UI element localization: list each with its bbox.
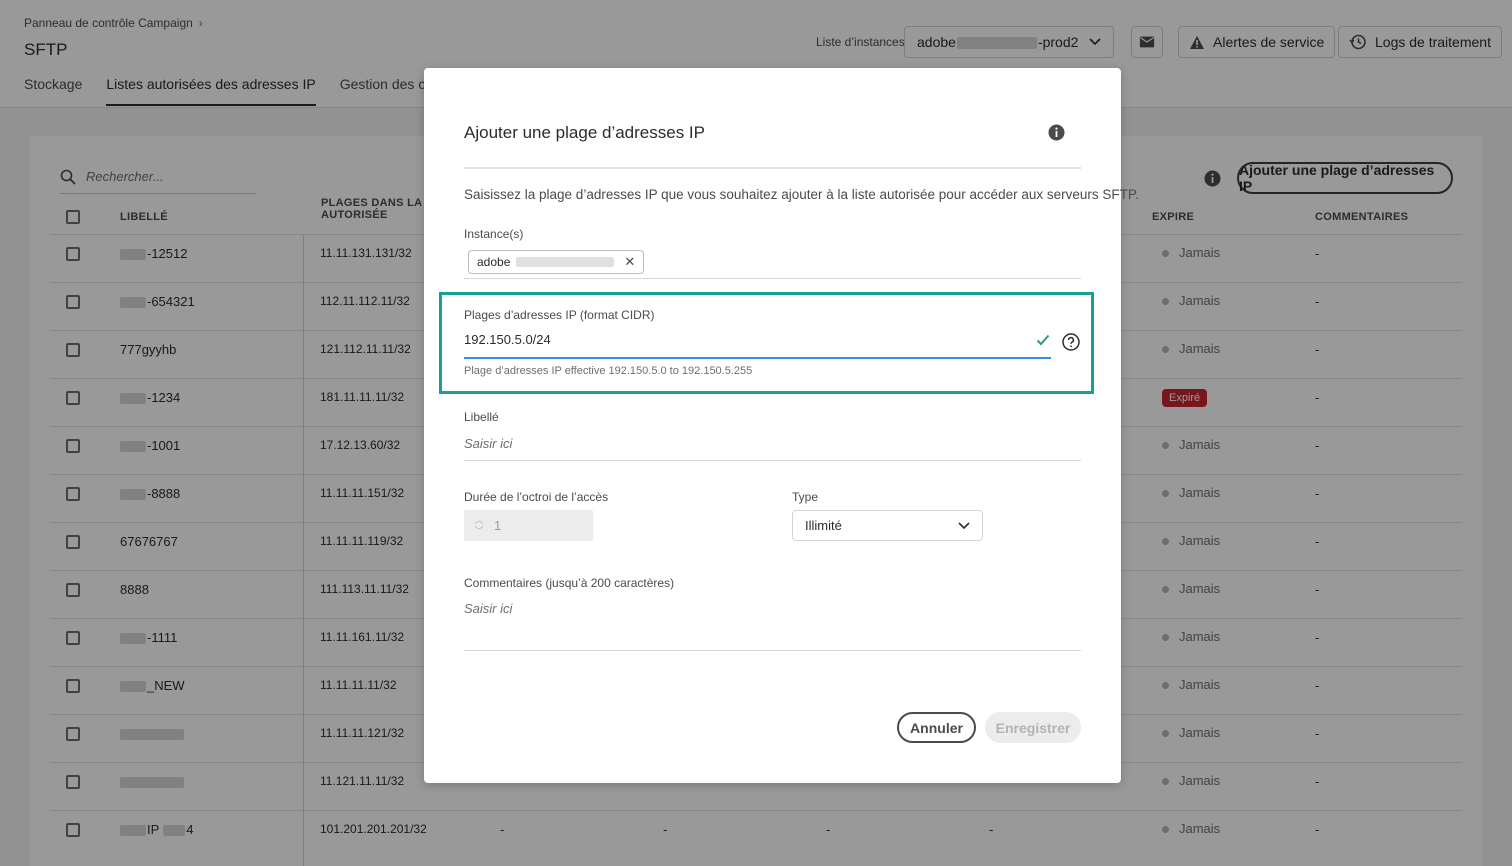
info-icon[interactable] (1048, 124, 1065, 141)
instances-label: Instance(s) (464, 227, 524, 241)
save-button[interactable]: Enregistrer (985, 712, 1081, 743)
ip-range-focus-line (464, 357, 1051, 359)
ip-range-label: Plages d’adresses IP (format CIDR) (464, 308, 655, 322)
instance-tag: adobe ✕ (468, 250, 645, 274)
libelle-input[interactable]: Saisir ici (464, 436, 512, 451)
cancel-button[interactable]: Annuler (897, 712, 976, 743)
comments-label: Commentaires (jusqu’à 200 caractères) (464, 576, 675, 590)
duration-label: Durée de l’octroi de l’accès (464, 490, 609, 504)
chevron-down-icon (958, 521, 970, 529)
type-select[interactable]: Illimité (792, 510, 983, 541)
dialog-divider (464, 167, 1081, 169)
instances-field-line (464, 278, 1081, 279)
checkmark-icon (1036, 334, 1050, 346)
dialog-description: Saisissez la plage d’adresses IP que vou… (464, 187, 1139, 202)
ip-range-hint: Plage d’adresses IP effective 192.150.5.… (464, 365, 753, 377)
duration-value: 1 (494, 518, 502, 533)
libelle-label: Libellé (464, 410, 499, 424)
add-ip-range-dialog: Ajouter une plage d’adresses IP Saisisse… (424, 68, 1139, 783)
dialog-title: Ajouter une plage d’adresses IP (464, 123, 705, 142)
type-label: Type (792, 490, 819, 504)
help-icon[interactable] (1062, 333, 1080, 351)
duration-stepper[interactable]: ︿ ﹀ 1 (464, 510, 593, 541)
comments-input[interactable]: Saisir ici (464, 601, 512, 616)
chevron-down-icon[interactable]: ﹀ (474, 526, 483, 537)
type-select-value: Illimité (805, 518, 842, 533)
comments-field-line (464, 650, 1081, 651)
libelle-field-line (464, 460, 1081, 461)
remove-tag-icon[interactable]: ✕ (624, 254, 635, 270)
ip-range-input[interactable]: 192.150.5.0/24 (464, 332, 1051, 347)
chevron-up-icon[interactable]: ︿ (474, 515, 483, 526)
